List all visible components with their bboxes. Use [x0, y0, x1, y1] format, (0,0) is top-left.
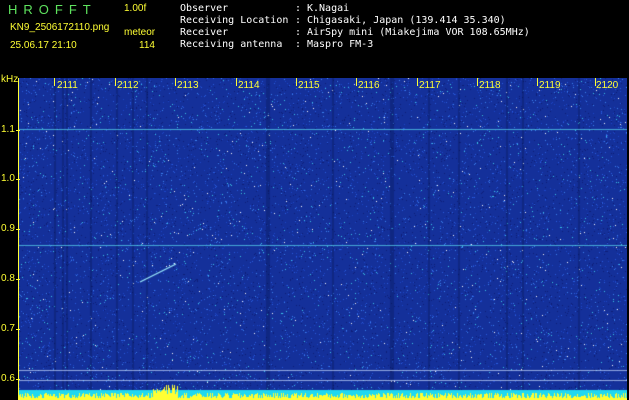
info-value: AirSpy mini (Miakejima VOR 108.65MHz)	[307, 27, 530, 38]
x-tick	[296, 78, 297, 86]
x-tick-label: 2115	[298, 80, 320, 91]
x-tick	[477, 78, 478, 86]
y-tick-label: 0.7	[1, 323, 15, 334]
app-logo: HROFFT	[8, 2, 97, 17]
y-tick-label: 0.6	[1, 373, 15, 384]
info-row-observer: Observer: K.Nagai	[180, 3, 530, 15]
x-tick	[236, 78, 237, 86]
y-tick-label: 1.1	[1, 124, 15, 135]
file-name: KN9_2506172110.png	[10, 22, 110, 33]
x-tick	[115, 78, 116, 86]
x-tick	[54, 78, 55, 86]
info-label: Receiving antenna	[180, 39, 283, 50]
y-tick	[16, 279, 20, 280]
x-tick	[175, 78, 176, 86]
x-tick	[356, 78, 357, 86]
info-row-location: Receiving Location: Chigasaki, Japan (139…	[180, 15, 530, 27]
info-value: Chigasaki, Japan (139.414 35.340)	[307, 15, 506, 26]
x-tick-label: 2113	[177, 80, 199, 91]
info-label: Observer	[180, 3, 229, 14]
y-axis-line	[18, 78, 19, 400]
y-tick-label: 1.0	[1, 173, 15, 184]
version-label: 1.00f	[124, 3, 147, 14]
y-tick	[16, 130, 20, 131]
count-value: 114	[139, 40, 155, 51]
header: HROFFT 1.00f KN9_2506172110.png meteor 2…	[0, 0, 629, 76]
info-colon: :	[295, 3, 302, 14]
x-tick-label: 2117	[419, 80, 441, 91]
x-tick-label: 2114	[238, 80, 260, 91]
spectrogram	[18, 78, 627, 400]
y-tick	[16, 379, 20, 380]
info-row-receiver: Receiver: AirSpy mini (Miakejima VOR 108.…	[180, 27, 530, 39]
x-tick-label: 2119	[539, 80, 561, 91]
spectrogram-canvas	[18, 78, 627, 400]
x-tick-label: 2111	[57, 80, 78, 91]
y-tick	[16, 179, 20, 180]
station-info: Observer: K.Nagai Receiving Location: Chig…	[180, 3, 530, 51]
info-colon: :	[295, 15, 302, 26]
info-value: Maspro FM-3	[307, 39, 374, 50]
x-tick-label: 2120	[596, 80, 619, 91]
info-colon: :	[295, 27, 302, 38]
y-tick-label: 0.8	[1, 273, 15, 284]
info-value: K.Nagai	[307, 3, 350, 14]
mode-label: meteor	[124, 27, 156, 38]
x-tick	[537, 78, 538, 86]
info-label: Receiving Location	[180, 15, 289, 26]
x-tick	[417, 78, 418, 86]
info-row-antenna: Receiving antenna: Maspro FM-3	[180, 39, 530, 51]
y-axis-unit: kHz	[1, 74, 19, 85]
info-label: Receiver	[180, 27, 229, 38]
x-tick-label: 2112	[117, 80, 139, 91]
y-tick	[16, 229, 20, 230]
y-tick	[16, 329, 20, 330]
info-colon: :	[295, 39, 302, 50]
y-tick-label: 0.9	[1, 223, 15, 234]
x-tick-label: 2118	[479, 80, 501, 91]
date-time: 25.06.17 21:10	[10, 40, 77, 51]
x-tick-label: 2116	[358, 80, 380, 91]
